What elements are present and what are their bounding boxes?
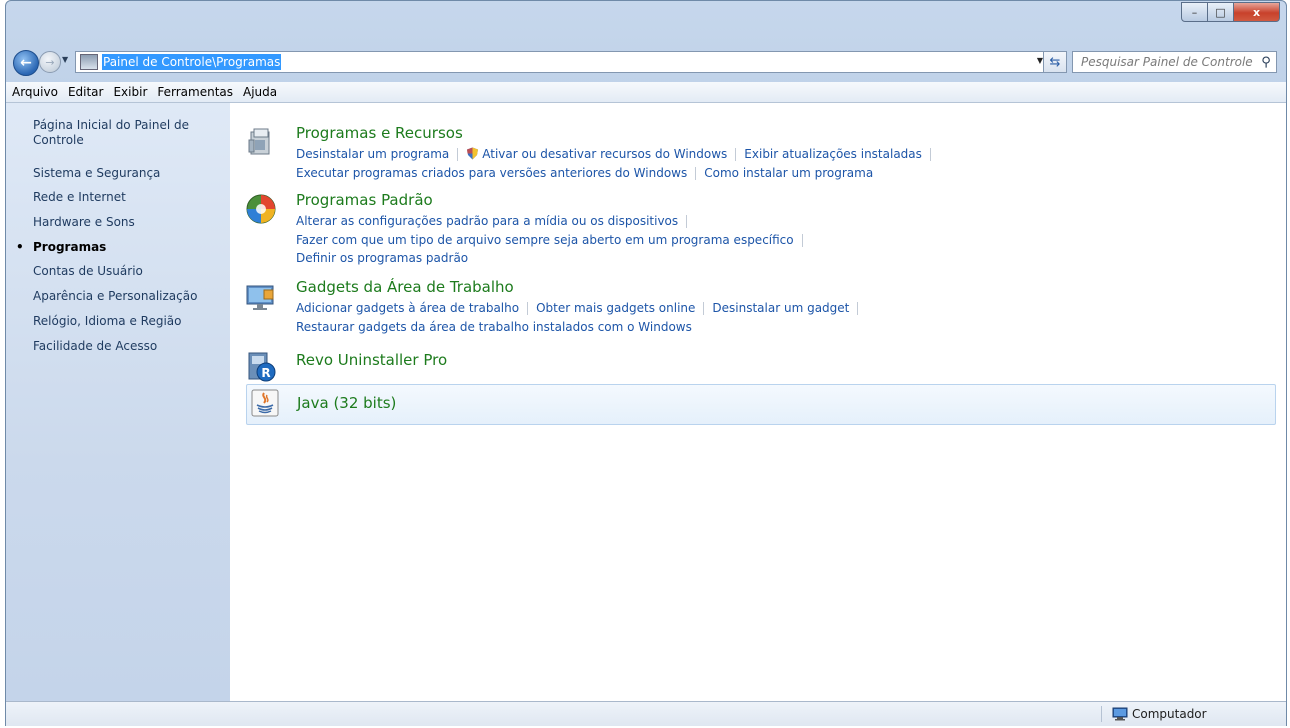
default-programs-icon	[246, 194, 276, 224]
sidebar-item-programs[interactable]: • Programas	[16, 240, 203, 255]
forward-button[interactable]: →	[39, 51, 61, 73]
category-title[interactable]: Java (32 bits)	[297, 394, 396, 412]
menu-arquivo[interactable]: Arquivo	[6, 85, 63, 99]
get-more-gadgets-link[interactable]: Obter mais gadgets online	[536, 301, 695, 315]
explorer-window: – □ x ← → ▼ Painel de Controle\Programas…	[5, 0, 1287, 726]
close-button[interactable]: x	[1234, 2, 1280, 22]
address-bar[interactable]: Painel de Controle\Programas ▼	[75, 51, 1050, 73]
link-row: Restaurar gadgets da área de trabalho in…	[296, 320, 692, 334]
category-title[interactable]: Revo Uninstaller Pro	[296, 351, 447, 369]
search-box[interactable]: Pesquisar Painel de Controle ⚲	[1072, 51, 1277, 73]
minimize-button[interactable]: –	[1181, 2, 1208, 22]
revo-uninstaller-icon: R	[248, 352, 276, 382]
back-button[interactable]: ←	[13, 50, 39, 76]
sidebar-item-label: Programas	[33, 240, 107, 254]
caption-buttons: – □ x	[1181, 2, 1280, 22]
java-icon	[251, 389, 279, 417]
active-bullet-icon: •	[16, 240, 24, 254]
main-content: Programas e Recursos Desinstalar um prog…	[230, 103, 1286, 701]
link-separator	[857, 302, 859, 315]
restore-gadgets-link[interactable]: Restaurar gadgets da área de trabalho in…	[296, 320, 692, 334]
uninstall-program-link[interactable]: Desinstalar um programa	[296, 147, 449, 161]
menu-editar[interactable]: Editar	[63, 85, 109, 99]
link-row: Desinstalar um programa Ativar ou desativ…	[296, 147, 939, 161]
control-panel-icon	[80, 54, 98, 70]
category-title[interactable]: Programas e Recursos	[296, 124, 463, 142]
link-separator	[527, 302, 529, 315]
navigation-bar: ← → ▼ Painel de Controle\Programas ▼ ⇆ P…	[6, 46, 1286, 76]
category-title[interactable]: Gadgets da Área de Trabalho	[296, 278, 514, 296]
navigation-pane: Página Inicial do Painel de Controle Sis…	[6, 103, 230, 701]
autoplay-settings-link[interactable]: Alterar as configurações padrão para a m…	[296, 214, 678, 228]
status-zone-label: Computador	[1132, 707, 1207, 721]
link-separator	[735, 148, 737, 161]
sidebar-item-system-security[interactable]: Sistema e Segurança	[33, 166, 203, 181]
search-input[interactable]: Pesquisar Painel de Controle	[1073, 55, 1256, 69]
status-bar: Computador	[6, 701, 1286, 726]
link-separator	[929, 148, 931, 161]
sidebar-item-hardware-sound[interactable]: Hardware e Sons	[33, 215, 203, 230]
uac-shield-icon	[467, 147, 479, 160]
link-row: Fazer com que um tipo de arquivo sempre …	[296, 233, 811, 247]
link-row: Alterar as configurações padrão para a m…	[296, 214, 695, 228]
link-separator	[703, 302, 705, 315]
link-row: Definir os programas padrão	[296, 251, 468, 265]
back-arrow-icon: ←	[20, 55, 32, 71]
desktop-gadgets-icon	[246, 285, 274, 310]
refresh-icon: ⇆	[1049, 54, 1061, 70]
address-text[interactable]: Painel de Controle\Programas	[102, 54, 282, 70]
how-to-install-link[interactable]: Como instalar um programa	[704, 166, 873, 180]
file-association-link[interactable]: Fazer com que um tipo de arquivo sempre …	[296, 233, 794, 247]
sidebar-item-ease-of-access[interactable]: Facilidade de Acesso	[33, 339, 203, 354]
maximize-button[interactable]: □	[1208, 2, 1234, 22]
status-separator	[1101, 706, 1102, 722]
category-java[interactable]: Java (32 bits)	[246, 384, 1276, 425]
category-title[interactable]: Programas Padrão	[296, 191, 433, 209]
link-separator	[801, 234, 803, 247]
sidebar-item-user-accounts[interactable]: Contas de Usuário	[33, 264, 203, 279]
link-row: Adicionar gadgets à área de trabalho Obte…	[296, 301, 866, 315]
set-default-programs-link[interactable]: Definir os programas padrão	[296, 251, 468, 265]
link-separator	[686, 215, 688, 228]
menu-ferramentas[interactable]: Ferramentas	[152, 85, 238, 99]
sidebar-item-clock-region[interactable]: Relógio, Idioma e Região	[33, 314, 203, 329]
menu-exibir[interactable]: Exibir	[108, 85, 152, 99]
installed-updates-link[interactable]: Exibir atualizações instaladas	[744, 147, 922, 161]
windows-features-link[interactable]: Ativar ou desativar recursos do Windows	[482, 147, 727, 161]
add-gadgets-link[interactable]: Adicionar gadgets à área de trabalho	[296, 301, 519, 315]
link-separator	[695, 167, 697, 180]
refresh-button[interactable]: ⇆	[1043, 51, 1067, 73]
compatibility-link[interactable]: Executar programas criados para versões …	[296, 166, 687, 180]
computer-icon	[1112, 707, 1128, 721]
sidebar-item-appearance[interactable]: Aparência e Personalização	[33, 289, 203, 304]
sidebar-item-network-internet[interactable]: Rede e Internet	[33, 190, 203, 205]
svg-text:R: R	[261, 366, 270, 380]
uninstall-gadget-link[interactable]: Desinstalar um gadget	[712, 301, 849, 315]
programs-features-icon	[248, 128, 270, 155]
search-icon[interactable]: ⚲	[1256, 55, 1276, 70]
menu-bar: Arquivo Editar Exibir Ferramentas Ajuda	[6, 82, 1286, 103]
sidebar-item-home[interactable]: Página Inicial do Painel de Controle	[33, 118, 203, 148]
link-separator	[457, 148, 459, 161]
link-row: Executar programas criados para versões …	[296, 166, 873, 180]
forward-arrow-icon: →	[45, 55, 55, 69]
recent-pages-dropdown[interactable]: ▼	[62, 55, 68, 64]
menu-ajuda[interactable]: Ajuda	[238, 85, 282, 99]
